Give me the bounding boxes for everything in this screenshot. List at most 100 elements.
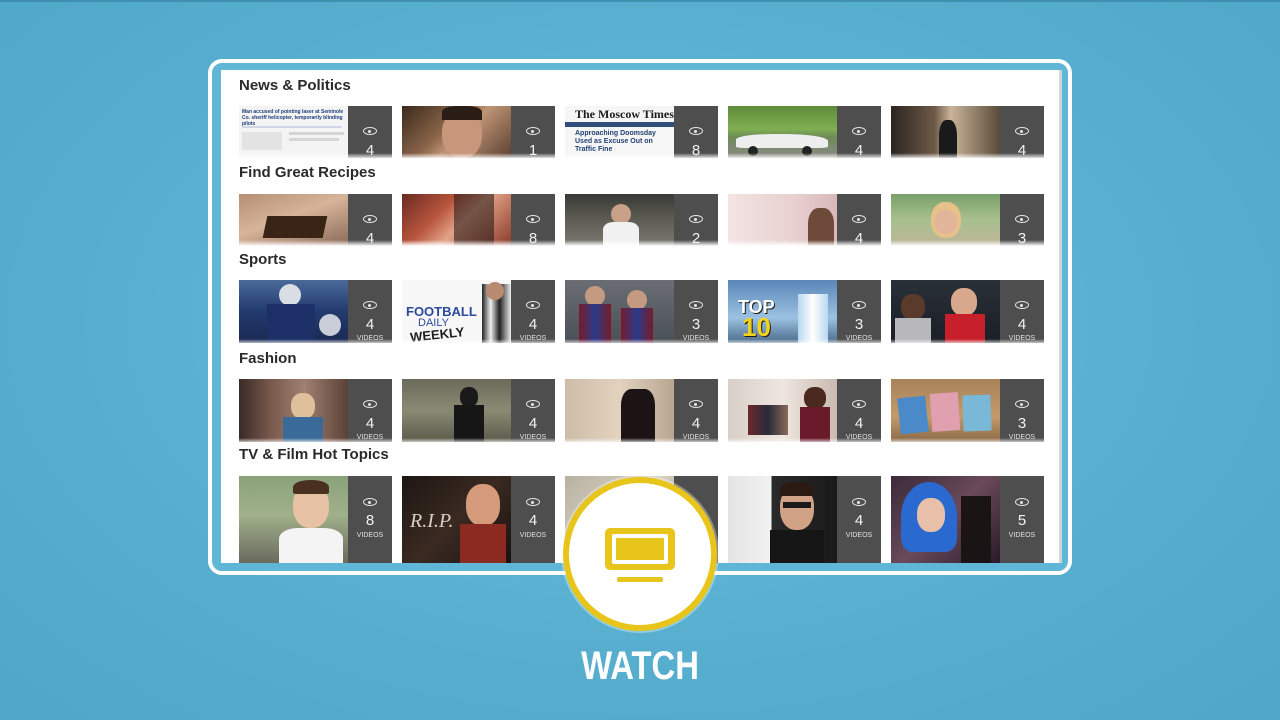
eye-icon bbox=[689, 127, 703, 135]
thumbnail-headline: Approaching Doomsday Used as Excuse Out … bbox=[575, 130, 656, 153]
video-tile[interactable]: 4 VIDEOS bbox=[565, 379, 718, 442]
video-tile[interactable]: 4 VIDEOS bbox=[402, 379, 555, 442]
video-tile[interactable]: 4 bbox=[728, 106, 881, 158]
watch-label: WATCH bbox=[581, 644, 699, 688]
videos-label: VIDEOS bbox=[519, 532, 547, 539]
thumbnail-image: TOP 10 bbox=[728, 280, 837, 343]
thumbnail-image bbox=[239, 194, 348, 246]
eye-icon bbox=[852, 301, 866, 309]
video-count-overlay: 4 VIDEOS bbox=[674, 379, 718, 442]
video-tile[interactable]: 4 VIDEOS bbox=[728, 476, 881, 563]
thumbnail-title-line: R.I.P. bbox=[410, 510, 454, 532]
video-count-overlay: 3 VIDEOS bbox=[674, 280, 718, 343]
video-tile[interactable]: 4 VIDEOS bbox=[239, 280, 392, 343]
thumbnail-image bbox=[728, 476, 837, 563]
thumbnail-headline: Man accused of pointing laser at Seminol… bbox=[242, 109, 344, 127]
video-tile[interactable]: 3 VIDEOS bbox=[565, 280, 718, 343]
video-count: 4 bbox=[854, 512, 864, 529]
thumbnail-image bbox=[402, 194, 511, 246]
video-tile[interactable]: 4 VIDEOS bbox=[239, 379, 392, 442]
thumbnail-image: R.I.P. bbox=[402, 476, 511, 563]
video-count-overlay: 4 VIDEOS bbox=[1000, 280, 1044, 343]
video-tile[interactable]: The Moscow Times Approaching Doomsday Us… bbox=[565, 106, 718, 158]
thumbnail-image bbox=[891, 280, 1000, 343]
video-tile[interactable]: 5 VIDEOS bbox=[891, 476, 1044, 563]
thumbnail-image bbox=[239, 476, 348, 563]
video-count-overlay: 8 bbox=[511, 194, 555, 246]
video-tile[interactable]: 3 VIDEOS bbox=[891, 379, 1044, 442]
eye-icon bbox=[689, 400, 703, 408]
video-count-overlay: 4 VIDEOS bbox=[511, 280, 555, 343]
video-count-overlay: 3 bbox=[1000, 194, 1044, 246]
video-tile[interactable]: 4 bbox=[239, 194, 392, 246]
video-count: 4 bbox=[528, 512, 538, 529]
video-count-overlay: 4 VIDEOS bbox=[511, 379, 555, 442]
video-tile[interactable]: 8 VIDEOS bbox=[239, 476, 392, 563]
watch-badge[interactable] bbox=[563, 477, 717, 631]
video-tile[interactable]: 1 bbox=[402, 106, 555, 158]
eye-icon bbox=[526, 498, 540, 506]
eye-icon bbox=[852, 400, 866, 408]
thumbnail-image bbox=[239, 280, 348, 343]
thumbnail-image bbox=[565, 379, 674, 442]
category-title: Find Great Recipes bbox=[239, 164, 376, 181]
video-count-overlay: 8 VIDEOS bbox=[348, 476, 392, 563]
thumbnail-image bbox=[891, 106, 1000, 158]
video-tile[interactable]: Man accused of pointing laser at Seminol… bbox=[239, 106, 392, 158]
thumbnail-image bbox=[891, 379, 1000, 442]
eye-icon bbox=[689, 301, 703, 309]
category-row-news-politics: News & Politics Man accused of pointing … bbox=[221, 77, 1059, 159]
video-count-overlay: 4 bbox=[837, 106, 881, 158]
eye-icon bbox=[363, 301, 377, 309]
video-count-overlay: 4 VIDEOS bbox=[348, 280, 392, 343]
video-count: 4 bbox=[528, 415, 538, 432]
top-edge-line bbox=[0, 0, 1280, 2]
category-row-sports: Sports 4 VIDEOS FOOTBALL DAILY WEEKLY bbox=[221, 251, 1059, 345]
video-count-overlay: 3 VIDEOS bbox=[837, 280, 881, 343]
video-tile[interactable]: 4 VIDEOS bbox=[728, 379, 881, 442]
video-tile[interactable]: 8 bbox=[402, 194, 555, 246]
scrollbar[interactable] bbox=[1059, 70, 1062, 563]
video-count: 3 bbox=[691, 316, 701, 333]
category-title: Sports bbox=[239, 251, 287, 268]
video-tile[interactable]: 2 bbox=[565, 194, 718, 246]
video-tile[interactable]: 4 bbox=[728, 194, 881, 246]
video-count-overlay: 4 bbox=[348, 106, 392, 158]
thumbnail-image bbox=[728, 194, 837, 246]
video-count: 4 bbox=[365, 316, 375, 333]
eye-icon bbox=[1015, 127, 1029, 135]
thumbnail-image bbox=[891, 476, 1000, 563]
category-title: News & Politics bbox=[239, 77, 351, 94]
eye-icon bbox=[852, 215, 866, 223]
video-count-overlay: 4 bbox=[837, 194, 881, 246]
eye-icon bbox=[363, 215, 377, 223]
video-count: 8 bbox=[365, 512, 375, 529]
video-tile[interactable]: 3 bbox=[891, 194, 1044, 246]
eye-icon bbox=[363, 400, 377, 408]
video-count: 5 bbox=[1017, 512, 1027, 529]
row-fade bbox=[221, 438, 1059, 444]
video-count: 3 bbox=[1017, 415, 1027, 432]
video-tile[interactable]: 4 VIDEOS bbox=[891, 280, 1044, 343]
eye-icon bbox=[852, 127, 866, 135]
video-tile[interactable]: 4 bbox=[891, 106, 1044, 158]
video-count-overlay: 4 bbox=[1000, 106, 1044, 158]
category-title: Fashion bbox=[239, 350, 297, 367]
video-count: 4 bbox=[365, 415, 375, 432]
video-count-overlay: 2 bbox=[674, 194, 718, 246]
category-title: TV & Film Hot Topics bbox=[239, 446, 389, 463]
eye-icon bbox=[363, 127, 377, 135]
videos-label: VIDEOS bbox=[356, 532, 384, 539]
eye-icon bbox=[526, 301, 540, 309]
videos-label: VIDEOS bbox=[845, 532, 873, 539]
video-count: 4 bbox=[691, 415, 701, 432]
thumbnail-image bbox=[565, 280, 674, 343]
eye-icon bbox=[1015, 301, 1029, 309]
eye-icon bbox=[526, 400, 540, 408]
video-tile[interactable]: FOOTBALL DAILY WEEKLY 4 VIDEOS bbox=[402, 280, 555, 343]
video-count-overlay: 1 bbox=[511, 106, 555, 158]
category-row-recipes: Find Great Recipes 4 8 2 4 3 bbox=[221, 164, 1059, 246]
video-tile[interactable]: TOP 10 3 VIDEOS bbox=[728, 280, 881, 343]
category-row-fashion: Fashion 4 VIDEOS 4 VIDEOS bbox=[221, 350, 1059, 444]
video-tile[interactable]: R.I.P. 4 VIDEOS bbox=[402, 476, 555, 563]
